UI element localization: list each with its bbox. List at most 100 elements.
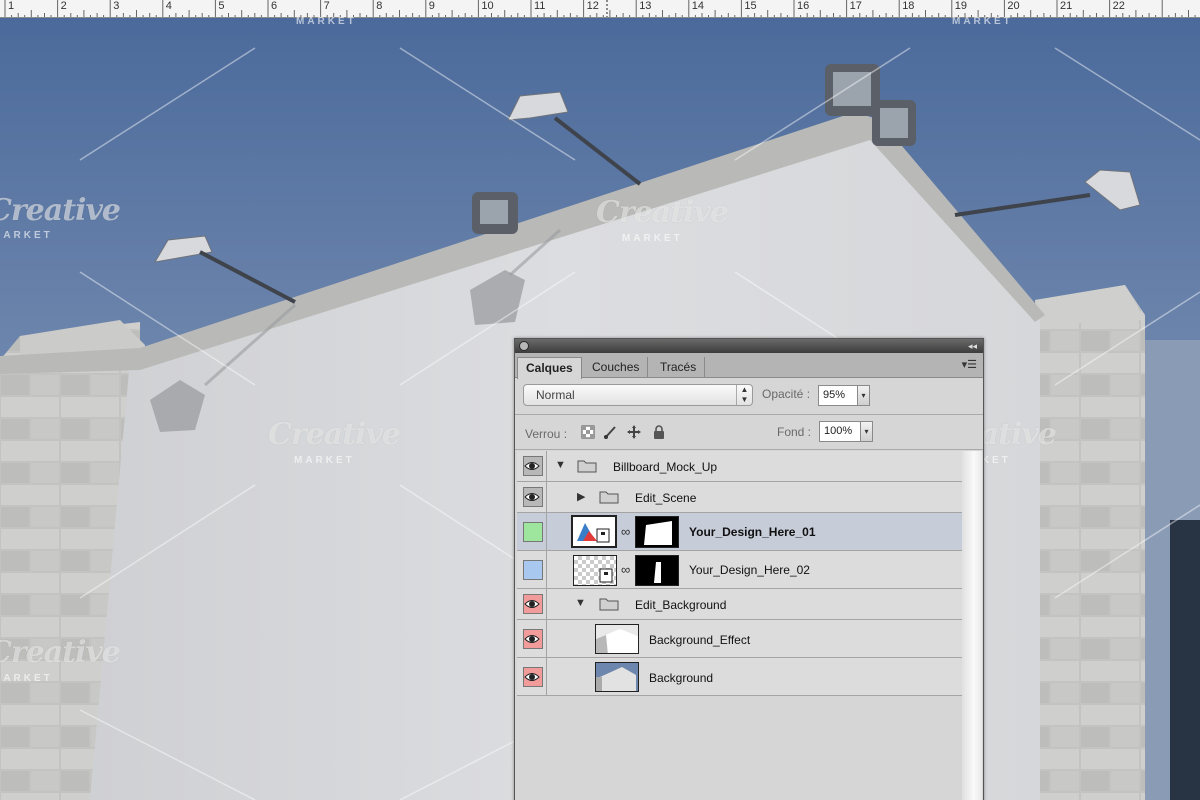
watermark-sub: MARKET: [0, 230, 53, 241]
lock-position-move-icon[interactable]: [627, 425, 641, 439]
thumbnail-image: [596, 629, 638, 653]
tab-couches[interactable]: Couches: [584, 357, 649, 378]
layer-color-swatch: [523, 521, 543, 542]
visibility-toggle[interactable]: [517, 589, 547, 619]
ruler-label: 6: [271, 0, 278, 12]
close-panel-button[interactable]: [519, 341, 529, 351]
ruler-label: 13: [639, 0, 652, 12]
blend-mode-arrows-icon: ▲ ▼: [736, 385, 752, 405]
layer-row-billboard-mock-up[interactable]: ▼ Billboard_Mock_Up: [517, 451, 962, 482]
smart-object-thumbnail[interactable]: [571, 515, 617, 548]
layer-row-your-design-here-02[interactable]: ∞ Your_Design_Here_02: [517, 551, 962, 589]
ruler-label: 7: [323, 0, 330, 12]
opacity-input[interactable]: 95%: [818, 385, 858, 406]
mask-shape: [654, 562, 661, 583]
eye-icon: [524, 634, 540, 643]
layer-thumbnail[interactable]: [595, 624, 639, 654]
watermark-sub: MARKET: [952, 16, 1013, 27]
layer-thumbnail[interactable]: [595, 662, 639, 692]
collapse-panel-icon[interactable]: ◂◂: [968, 339, 977, 353]
watermark-sub: MARKET: [622, 233, 683, 244]
visibility-toggle[interactable]: [517, 513, 547, 550]
tab-calques[interactable]: Calques: [517, 357, 582, 379]
ruler-label: 14: [691, 0, 705, 12]
layer-mask-thumbnail[interactable]: [635, 516, 679, 548]
ruler-ticks: [4, 0, 1196, 17]
mask-shape: [644, 521, 672, 545]
layers-scrollbar[interactable]: [962, 451, 982, 800]
layer-name: Billboard_Mock_Up: [613, 460, 718, 474]
fill-label: Fond :: [777, 425, 812, 439]
folder-icon: [599, 598, 619, 611]
blend-mode-value: Normal: [536, 388, 575, 402]
layer-color-swatch: [523, 559, 543, 580]
ruler-label: 11: [534, 0, 546, 12]
layer-row-background[interactable]: Background: [517, 658, 962, 696]
lock-pixels-brush-icon[interactable]: [603, 425, 617, 439]
ruler-label: 3: [113, 0, 120, 12]
ruler-label: 15: [744, 0, 757, 12]
eye-icon: [524, 493, 540, 501]
eye-icon: [524, 600, 540, 608]
horizontal-ruler: 1 2 3 4 5 6 7 8 9 10 11 12 13 14 15 16 17 18 19 20 21 22: [0, 0, 1200, 18]
lock-transparency-icon[interactable]: [581, 425, 595, 439]
layer-name: Background_Effect: [649, 633, 751, 647]
watermark-logo: Creative: [0, 635, 121, 670]
folder-icon: [599, 491, 619, 504]
opacity-dropdown-icon[interactable]: ▾: [857, 385, 870, 406]
layer-name: Background: [649, 671, 714, 685]
layer-name: Your_Design_Here_02: [689, 563, 810, 577]
watermark-logo: Creative: [596, 195, 729, 230]
watermark-sub: MARKET: [296, 16, 357, 27]
ruler-label: 20: [1007, 0, 1020, 12]
layer-row-your-design-here-01[interactable]: ∞ Your_Design_Here_01: [517, 513, 962, 551]
ruler-label: 17: [849, 0, 862, 12]
folder-icon: [577, 460, 597, 473]
ruler-label: 19: [954, 0, 968, 12]
panel-menu-icon[interactable]: ▾☰: [962, 359, 977, 371]
lock-all-icon[interactable]: [652, 425, 666, 439]
ruler-label: 18: [902, 0, 915, 12]
visibility-toggle[interactable]: [517, 620, 547, 657]
watermark-sub: MARKET: [0, 673, 53, 684]
visibility-toggle[interactable]: [517, 451, 547, 481]
eye-icon: [524, 672, 540, 681]
panel-tabs: Calques Couches Tracés ▾☰: [515, 353, 983, 379]
divider: [515, 449, 983, 450]
ruler-label: 4: [165, 0, 172, 12]
blend-mode-select[interactable]: Normal ▲ ▼: [523, 384, 753, 406]
collapse-triangle-icon[interactable]: ▼: [575, 597, 586, 609]
visibility-toggle[interactable]: [517, 658, 547, 695]
visibility-toggle[interactable]: [517, 551, 547, 588]
layers-list: ▼ Billboard_Mock_Up ▶ Edit_Scene ∞ Your_…: [517, 451, 962, 800]
fill-dropdown-icon[interactable]: ▾: [860, 421, 873, 442]
layer-name: Edit_Background: [635, 598, 727, 612]
ruler-label: 8: [376, 0, 383, 12]
link-chain-icon: ∞: [621, 524, 631, 539]
expand-triangle-icon[interactable]: ▶: [577, 490, 585, 503]
panel-titlebar[interactable]: ◂◂: [515, 339, 983, 353]
visibility-toggle[interactable]: [517, 482, 547, 512]
ruler-label: 2: [60, 0, 67, 12]
layer-row-background-effect[interactable]: Background_Effect: [517, 620, 962, 658]
fill-input[interactable]: 100%: [819, 421, 861, 442]
layer-mask-thumbnail[interactable]: [635, 555, 679, 586]
layer-row-edit-background[interactable]: ▼ Edit_Background: [517, 589, 962, 620]
ruler-label: 1: [8, 0, 15, 12]
ruler-label: 9: [428, 0, 435, 12]
ruler-label: 5: [218, 0, 225, 12]
ruler-label: 16: [797, 0, 810, 12]
watermark-logo: Creative: [268, 417, 401, 452]
ruler-label: 22: [1112, 0, 1125, 12]
opacity-label: Opacité :: [762, 387, 811, 401]
watermark-sub: MARKET: [294, 455, 355, 466]
tab-traces[interactable]: Tracés: [652, 357, 706, 378]
layer-row-edit-scene[interactable]: ▶ Edit_Scene: [517, 482, 962, 513]
smart-object-thumbnail[interactable]: [573, 555, 617, 586]
lock-label: Verrou :: [525, 427, 568, 441]
ruler-label: 12: [586, 0, 599, 12]
thumbnail-image: [596, 667, 636, 691]
eye-icon: [524, 462, 540, 470]
watermark-logo: Creative: [0, 193, 121, 228]
collapse-triangle-icon[interactable]: ▼: [555, 459, 566, 471]
